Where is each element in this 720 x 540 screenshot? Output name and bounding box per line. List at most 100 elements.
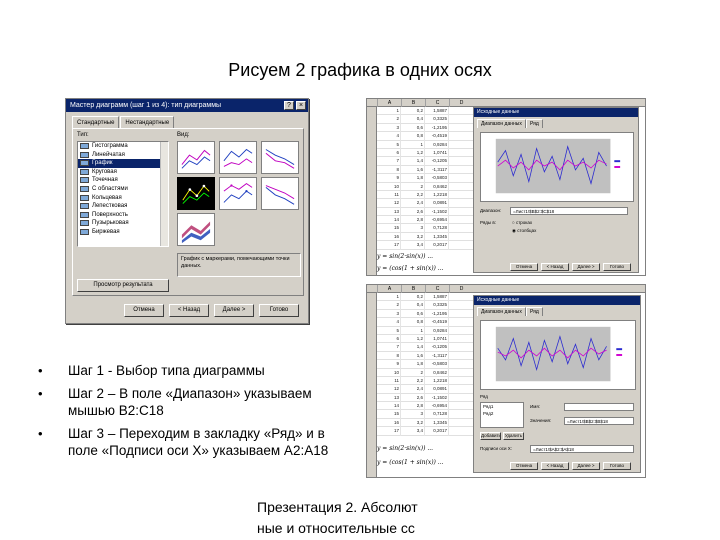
table-cell[interactable]: 2,2	[401, 376, 425, 386]
tab-data-range[interactable]: Диапазон данных	[477, 307, 526, 316]
table-cell[interactable]: 0,6	[401, 123, 425, 133]
chart-type-list[interactable]: Гистограмма Линейчатая График Круговая Точеч…	[77, 141, 169, 247]
table-cell[interactable]: 3	[377, 309, 401, 319]
chart-type-item[interactable]: Кольцевая	[78, 194, 168, 203]
subtype-line[interactable]	[177, 141, 215, 174]
table-cell[interactable]: 11	[377, 376, 401, 386]
cancel-button[interactable]: Отмена	[124, 304, 164, 317]
table-cell[interactable]: -1,3117	[425, 351, 449, 361]
table-cell[interactable]: 1	[377, 107, 401, 116]
table-cell[interactable]: 10	[377, 368, 401, 377]
table-cell[interactable]: 9	[377, 174, 401, 183]
table-cell[interactable]: 0,2017	[425, 427, 449, 436]
column-header[interactable]: A	[377, 99, 401, 107]
table-cell[interactable]: -0,4519	[425, 132, 449, 141]
table-cell[interactable]: 2,4	[401, 385, 425, 394]
table-cell[interactable]: 15	[377, 224, 401, 233]
x-labels-input[interactable]: =Лист1!$A$2:$A$18	[530, 445, 634, 453]
series-list[interactable]: Ряд1 Ряд2	[480, 402, 524, 428]
values-input[interactable]: =Лист1!$B$2:$B$18	[564, 417, 634, 425]
table-cell[interactable]: 3,2	[401, 418, 425, 428]
table-cell[interactable]: 4	[377, 132, 401, 141]
chart-type-item[interactable]: Гистограмма	[78, 142, 168, 151]
table-cell[interactable]: 2,8	[401, 402, 425, 411]
table-cell[interactable]: -0,5803	[425, 174, 449, 183]
table-cell[interactable]: 0,9284	[425, 326, 449, 335]
table-cell[interactable]: 3	[401, 410, 425, 419]
table-cell[interactable]: 13	[377, 207, 401, 217]
table-cell[interactable]: 12	[377, 385, 401, 394]
subtype-stacked-markers[interactable]	[219, 177, 257, 210]
table-cell[interactable]: 9	[377, 360, 401, 369]
table-cell[interactable]: 0,8462	[425, 368, 449, 377]
table-cell[interactable]: 10	[377, 182, 401, 191]
finish-button[interactable]: Готово	[603, 263, 631, 271]
table-cell[interactable]: 0,8	[401, 318, 425, 327]
table-cell[interactable]: 17	[377, 427, 401, 436]
table-cell[interactable]: 0,4	[401, 115, 425, 124]
table-cell[interactable]: 8	[377, 165, 401, 175]
table-cell[interactable]: -1,1502	[425, 207, 449, 217]
table-cell[interactable]: 1,6	[401, 165, 425, 175]
chart-type-item[interactable]: Круговая	[78, 168, 168, 177]
help-button[interactable]: ?	[284, 101, 294, 110]
table-cell[interactable]: -0,6954	[425, 216, 449, 225]
table-cell[interactable]: 16	[377, 232, 401, 242]
table-cell[interactable]: 2,8	[401, 216, 425, 225]
subtype-100-line[interactable]	[261, 141, 299, 174]
table-cell[interactable]: -1,3117	[425, 165, 449, 175]
chart-type-item[interactable]: Пузырьковая	[78, 219, 168, 228]
table-cell[interactable]: 5	[377, 140, 401, 149]
remove-series-button[interactable]: Удалить	[503, 432, 524, 440]
chart-type-item[interactable]: Линейчатая	[78, 151, 168, 160]
table-cell[interactable]: 2,4	[401, 199, 425, 208]
table-cell[interactable]: 7	[377, 343, 401, 352]
tab-series[interactable]: Ряд	[526, 119, 543, 128]
table-cell[interactable]: 1	[401, 326, 425, 335]
table-cell[interactable]: 0,2	[401, 293, 425, 302]
table-cell[interactable]: 2	[377, 115, 401, 124]
name-input[interactable]	[564, 403, 634, 411]
chart-type-item[interactable]: Точечная	[78, 176, 168, 185]
table-cell[interactable]: 8	[377, 351, 401, 361]
finish-button[interactable]: Готово	[259, 304, 299, 317]
preview-result-button[interactable]: Просмотр результата	[77, 279, 169, 292]
table-cell[interactable]: 0,7128	[425, 224, 449, 233]
sheet-cells[interactable]: 1 0,2 1,5887 2 0,4 0,3325 3 0,6 -1,2195 4 0,8 -0,45…	[377, 293, 473, 436]
table-cell[interactable]: 1,2	[401, 148, 425, 158]
table-cell[interactable]: 6	[377, 334, 401, 344]
chart-type-item[interactable]: Биржевая	[78, 228, 168, 237]
table-cell[interactable]: 15	[377, 410, 401, 419]
table-cell[interactable]: 14	[377, 216, 401, 225]
cancel-button[interactable]: Отмена	[510, 462, 538, 470]
table-cell[interactable]: 0,8	[401, 132, 425, 141]
chart-type-item[interactable]: Поверхность	[78, 211, 168, 220]
table-cell[interactable]: 1,5887	[425, 293, 449, 302]
chart-type-item[interactable]: С областями	[78, 185, 168, 194]
table-cell[interactable]: -0,5803	[425, 360, 449, 369]
table-cell[interactable]: 16	[377, 418, 401, 428]
table-cell[interactable]: 0,7128	[425, 410, 449, 419]
table-cell[interactable]: 1,0741	[425, 334, 449, 344]
table-cell[interactable]: 13	[377, 393, 401, 403]
table-cell[interactable]: 0,0891	[425, 199, 449, 208]
column-header[interactable]: C	[425, 285, 449, 293]
table-cell[interactable]: 2,2	[401, 190, 425, 200]
table-cell[interactable]: 1,8	[401, 360, 425, 369]
table-cell[interactable]: -0,4519	[425, 318, 449, 327]
table-cell[interactable]: 0,9284	[425, 140, 449, 149]
table-cell[interactable]: 1	[377, 293, 401, 302]
table-cell[interactable]: 0,8462	[425, 182, 449, 191]
table-cell[interactable]: 1,3345	[425, 418, 449, 428]
table-cell[interactable]: 3,2	[401, 232, 425, 242]
sheet-cells[interactable]: 1 0,2 1,5887 2 0,4 0,3325 3 0,6 -1,2195 4 0,8 -0,45…	[377, 107, 473, 250]
cancel-button[interactable]: Отмена	[510, 263, 538, 271]
column-header[interactable]: C	[425, 99, 449, 107]
series-item[interactable]: Ряд2	[483, 410, 523, 417]
table-cell[interactable]: 7	[377, 157, 401, 166]
table-cell[interactable]: 1,3345	[425, 232, 449, 242]
chart-type-item[interactable]: Лепестковая	[78, 202, 168, 211]
next-button[interactable]: Далее >	[214, 304, 254, 317]
scrollbar[interactable]	[160, 142, 168, 246]
table-cell[interactable]: 2	[377, 301, 401, 310]
